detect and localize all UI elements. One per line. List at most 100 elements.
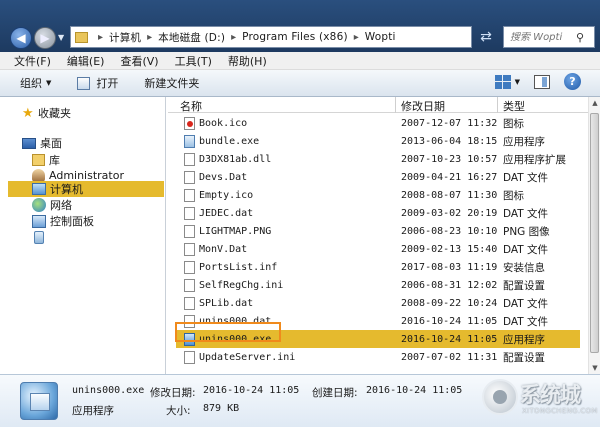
nav-desktop-label: 桌面: [40, 137, 62, 150]
setup-file-icon: [20, 382, 58, 420]
table-row[interactable]: D3DX81ab.dll 2007-10-23 10:57 应用程序扩展: [176, 150, 580, 168]
open-button[interactable]: 打开: [77, 73, 118, 93]
file-date: 2007-10-23 10:57: [401, 153, 498, 165]
back-button[interactable]: ◀: [10, 27, 32, 49]
file-date: 2013-06-04 18:15: [401, 135, 498, 147]
file-date: 2008-09-22 10:24: [401, 297, 498, 309]
file-type-icon: [184, 260, 195, 274]
breadcrumb-separator[interactable]: ▸: [231, 32, 236, 43]
nav-library[interactable]: 库: [32, 152, 60, 168]
file-date: 2017-08-03 11:19: [401, 261, 498, 273]
computer-icon: [32, 183, 46, 195]
nav-desktop[interactable]: 桌面: [22, 135, 62, 151]
view-icon[interactable]: [494, 74, 511, 89]
file-type-icon: [184, 134, 195, 148]
file-date: 2016-10-24 11:05: [401, 315, 498, 327]
file-type-icon: [184, 206, 195, 220]
table-row[interactable]: UpdateServer.ini 2007-07-02 11:31 配置设置: [176, 348, 580, 366]
table-row[interactable]: JEDEC.dat 2009-03-02 20:19 DAT 文件: [176, 204, 580, 222]
file-type-icon: [184, 224, 195, 238]
nav-control-panel[interactable]: 控制面板: [32, 213, 94, 229]
search-box[interactable]: ⚲: [503, 26, 595, 48]
nav-favorites-label: 收藏夹: [38, 107, 71, 120]
organize-label: 组织: [20, 77, 42, 90]
menu-tools[interactable]: 工具(T): [175, 53, 212, 69]
file-name: LIGHTMAP.PNG: [199, 225, 272, 237]
nav-computer[interactable]: 计算机: [8, 181, 164, 197]
table-row[interactable]: Devs.Dat 2009-04-21 16:27 DAT 文件: [176, 168, 580, 186]
scroll-down-icon[interactable]: ▼: [589, 362, 600, 374]
scroll-up-icon[interactable]: ▲: [589, 97, 600, 109]
details-size-label: 大小:: [166, 405, 191, 417]
table-row[interactable]: Book.ico 2007-12-07 11:32 图标: [176, 114, 580, 132]
nav-computer-label: 计算机: [50, 183, 83, 196]
file-type-icon: [184, 242, 195, 256]
nav-recycle-bin[interactable]: [34, 229, 44, 245]
breadcrumb-computer[interactable]: 计算机: [109, 30, 141, 45]
nav-network[interactable]: 网络: [32, 197, 72, 213]
column-header-date[interactable]: 修改日期: [401, 98, 445, 114]
organize-button[interactable]: 组织 ▼: [20, 73, 51, 93]
file-type: 配置设置: [503, 351, 545, 364]
nav-library-label: 库: [49, 154, 60, 167]
file-list: 名称 修改日期 类型 Book.ico 2007-12-07 11:32 图标 bun…: [168, 97, 600, 374]
table-row[interactable]: PortsList.inf 2017-08-03 11:19 安装信息: [176, 258, 580, 276]
star-icon: ★: [22, 105, 34, 121]
nav-favorites[interactable]: ★ 收藏夹: [22, 105, 71, 121]
breadcrumb-separator[interactable]: ▸: [354, 32, 359, 43]
recent-pages-dropdown[interactable]: ▼: [58, 33, 64, 42]
table-row[interactable]: MonV.Dat 2009-02-13 15:40 DAT 文件: [176, 240, 580, 258]
refresh-button[interactable]: ⇄: [478, 29, 494, 45]
scrollbar-thumb[interactable]: [590, 113, 599, 353]
details-size-value: 879 KB: [203, 403, 240, 414]
menu-edit[interactable]: 编辑(E): [67, 53, 105, 69]
breadcrumb-program-files[interactable]: Program Files (x86): [242, 31, 348, 43]
breadcrumb-separator[interactable]: ▸: [147, 32, 152, 43]
table-row[interactable]: LIGHTMAP.PNG 2006-08-23 10:10 PNG 图像: [176, 222, 580, 240]
nav-user-label: Administrator: [49, 168, 124, 182]
file-name: Book.ico: [199, 117, 248, 129]
address-bar[interactable]: ▸ 计算机 ▸ 本地磁盘 (D:) ▸ Program Files (x86) …: [70, 26, 472, 48]
table-row[interactable]: SelfRegChg.ini 2006-08-31 12:02 配置设置: [176, 276, 580, 294]
file-type: 图标: [503, 189, 524, 202]
vertical-scrollbar[interactable]: ▲ ▼: [588, 97, 600, 374]
file-type: 图标: [503, 117, 524, 130]
details-created-label: 创建日期:: [312, 387, 358, 399]
network-icon: [32, 198, 46, 212]
column-header-type[interactable]: 类型: [503, 98, 525, 114]
details-modified-label: 修改日期:: [150, 387, 196, 399]
menu-view[interactable]: 查看(V): [120, 53, 158, 69]
file-type: 安装信息: [503, 261, 545, 274]
view-dropdown-icon[interactable]: ▼: [515, 78, 520, 86]
breadcrumb-wopti[interactable]: Wopti: [365, 31, 396, 43]
table-row[interactable]: bundle.exe 2013-06-04 18:15 应用程序: [176, 132, 580, 150]
file-date: 2006-08-31 12:02: [401, 279, 498, 291]
library-icon: [32, 154, 45, 166]
breadcrumb-drive-d[interactable]: 本地磁盘 (D:): [158, 30, 225, 45]
menu-bar: 文件(F) 编辑(E) 查看(V) 工具(T) 帮助(H): [0, 52, 600, 70]
search-input[interactable]: [510, 31, 574, 43]
table-row[interactable]: Empty.ico 2008-08-07 11:30 图标: [176, 186, 580, 204]
recycle-bin-icon: [34, 230, 44, 244]
menu-file[interactable]: 文件(F): [14, 53, 51, 69]
file-type: DAT 文件: [503, 297, 549, 310]
watermark-sub: XITONGCHENG.COM: [522, 407, 598, 415]
file-type-icon: [184, 278, 195, 292]
file-date: 2007-12-07 11:32: [401, 117, 498, 129]
table-row[interactable]: SPLib.dat 2008-09-22 10:24 DAT 文件: [176, 294, 580, 312]
column-header-name[interactable]: 名称: [180, 98, 202, 114]
navigation-pane: ★ 收藏夹 桌面 库 Administrator 计算机 网络 控制面板: [0, 97, 166, 374]
preview-pane-icon[interactable]: [534, 74, 550, 89]
file-name: MonV.Dat: [199, 243, 248, 255]
file-date: 2007-07-02 11:31: [401, 351, 498, 363]
breadcrumb-separator[interactable]: ▸: [98, 32, 103, 43]
new-folder-button[interactable]: 新建文件夹: [144, 73, 199, 93]
user-folder-icon: [32, 168, 45, 182]
forward-button[interactable]: ▶: [34, 27, 56, 49]
nav-network-label: 网络: [50, 199, 72, 212]
search-icon[interactable]: ⚲: [576, 31, 584, 44]
file-type: PNG 图像: [503, 225, 550, 238]
help-icon[interactable]: ?: [564, 73, 581, 90]
menu-help[interactable]: 帮助(H): [228, 53, 267, 69]
file-type-icon: [184, 350, 195, 364]
